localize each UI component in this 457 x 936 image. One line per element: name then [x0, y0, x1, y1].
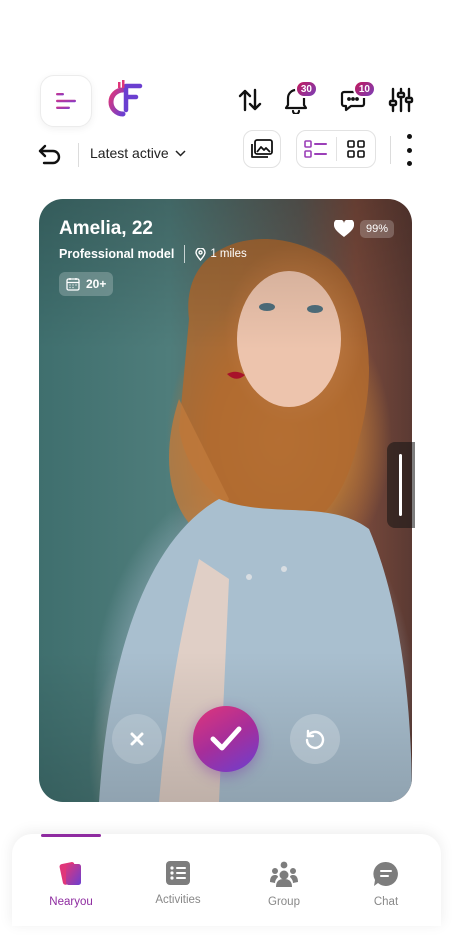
nav-label-activities: Activities	[155, 894, 201, 906]
rewind-icon	[305, 729, 325, 750]
distance-text: 1 miles	[210, 248, 247, 260]
brand-logo-icon	[106, 80, 146, 120]
message-badge: 10	[352, 80, 376, 98]
undo-arrow-icon[interactable]	[36, 140, 66, 170]
rewind-button[interactable]	[290, 714, 340, 764]
view-toggle[interactable]	[296, 130, 376, 168]
sort-dropdown[interactable]: Latest active	[90, 145, 186, 161]
nav-label-group: Group	[268, 896, 300, 908]
grid-view-button[interactable]	[337, 131, 376, 167]
nav-item-chat[interactable]: Chat	[346, 860, 426, 908]
grid-view-icon	[346, 140, 365, 158]
list-view-button[interactable]	[297, 131, 336, 167]
chevron-down-icon	[175, 150, 186, 157]
more-vertical-icon[interactable]	[398, 134, 420, 166]
location-pin-icon	[195, 247, 207, 261]
profile-distance: 1 miles	[195, 247, 247, 261]
sliders-icon[interactable]	[385, 84, 417, 116]
group-icon	[270, 861, 298, 887]
gallery-button[interactable]	[243, 130, 281, 168]
heart-icon	[333, 220, 354, 237]
menu-button[interactable]	[40, 75, 92, 127]
profile-name: Amelia, 22	[59, 218, 153, 239]
close-icon	[130, 732, 144, 746]
sort-updown-icon[interactable]	[234, 84, 266, 116]
nav-label-chat: Chat	[373, 896, 399, 908]
cards-icon	[59, 862, 81, 885]
toolbar-divider	[78, 143, 79, 167]
calendar-icon	[66, 278, 80, 291]
chat-icon	[373, 861, 398, 886]
match-percent: 99%	[359, 220, 394, 238]
check-icon	[210, 726, 242, 751]
match-indicator[interactable]: 99%	[333, 218, 394, 240]
nav-item-activities[interactable]: Activities	[138, 860, 218, 906]
list-view-icon	[304, 140, 328, 158]
meta-divider	[184, 245, 186, 263]
menu-lines-icon	[56, 93, 76, 109]
profile-meta: Professional model 1 miles	[59, 245, 247, 263]
sort-label: Latest active	[90, 145, 169, 161]
nav-label-nearyou: Nearyou	[49, 896, 93, 908]
nav-item-group[interactable]: Group	[244, 860, 324, 908]
age-range-text: 20+	[86, 277, 107, 291]
profile-occupation: Professional model	[59, 247, 175, 261]
accept-button[interactable]	[193, 706, 259, 772]
list-icon	[166, 861, 190, 885]
nav-item-nearyou[interactable]: Nearyou	[31, 860, 111, 908]
toolbar-divider-right	[390, 136, 391, 164]
age-range-chip: 20+	[59, 272, 114, 296]
gallery-icon	[251, 139, 273, 158]
notification-badge: 30	[294, 80, 318, 98]
reject-button[interactable]	[112, 714, 162, 764]
nav-active-indicator	[41, 834, 101, 837]
card-scroll-handle[interactable]	[387, 442, 415, 528]
chat-bubble-icon[interactable]: 10	[338, 80, 376, 116]
bell-icon[interactable]: 30	[280, 80, 318, 116]
